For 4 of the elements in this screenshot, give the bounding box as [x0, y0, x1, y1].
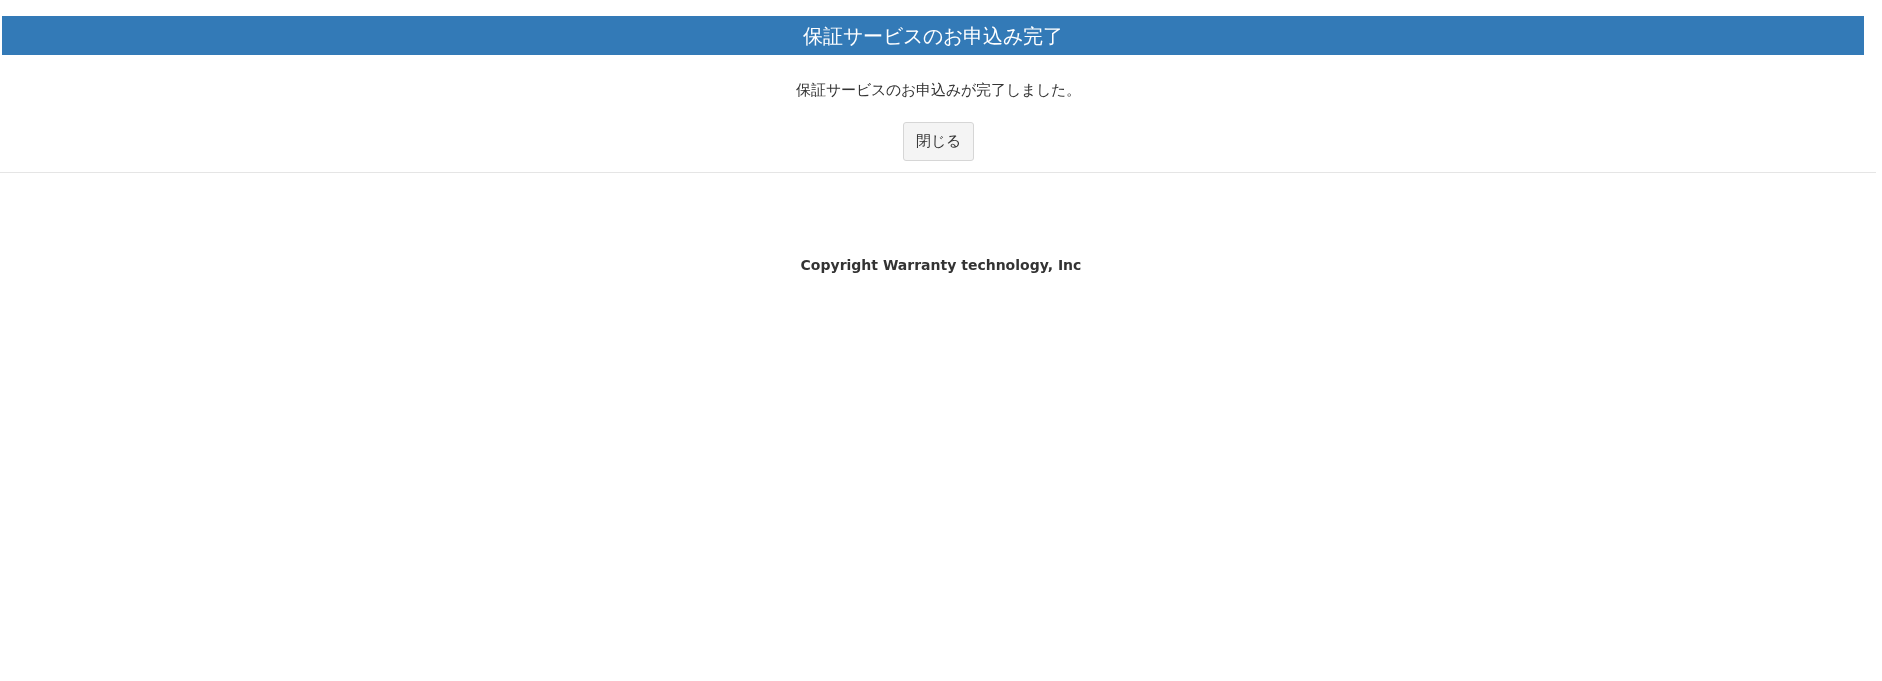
copyright-text: Copyright Warranty technology, Inc	[800, 255, 1082, 275]
completion-message: 保証サービスのお申込みが完了しました。	[795, 80, 1081, 101]
header-title: 保証サービスのお申込み完了	[803, 22, 1063, 50]
close-button[interactable]: 閉じる	[902, 121, 974, 161]
